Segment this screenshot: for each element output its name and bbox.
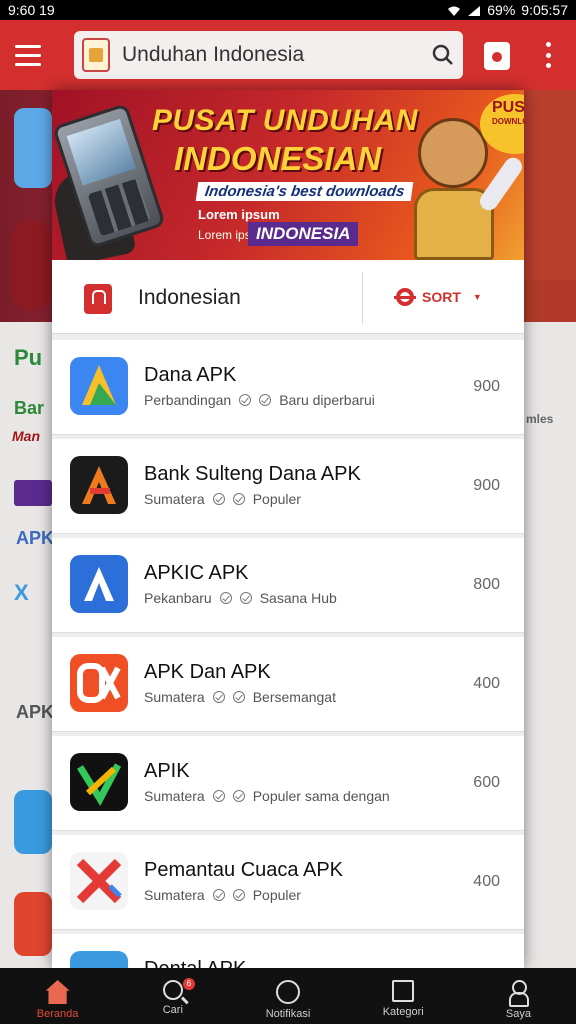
square-icon xyxy=(392,980,415,1002)
signal-icon xyxy=(467,4,481,16)
background-text: Bar xyxy=(14,398,45,418)
background-text: Man xyxy=(12,428,40,444)
background-text: APK xyxy=(16,528,55,548)
background-tile xyxy=(10,220,52,310)
check-icon xyxy=(259,394,272,406)
list-item[interactable]: APK Dan APK Sumatera Bersemangat 400 xyxy=(52,637,524,732)
background-tile xyxy=(14,108,52,188)
background-text: mles xyxy=(526,412,554,426)
promo-tag: INDONESIA xyxy=(248,222,359,246)
list-item[interactable]: APKIC APK Pekanbaru Sasana Hub 800 xyxy=(52,538,524,633)
shopping-bag-icon[interactable] xyxy=(484,42,510,70)
filter-bar: Indonesian SORT ▼ xyxy=(52,260,524,334)
bottom-nav: Beranda 6 Cari Notifikasi Kategori Saya xyxy=(0,968,576,1024)
app-bar: Unduhan Indonesia xyxy=(0,20,576,90)
apps-panel: PUSAT UNDUHAN INDONESIAN Indonesia's bes… xyxy=(52,90,524,968)
status-time: 9:60 19 xyxy=(8,2,55,18)
search-icon: 6 xyxy=(162,978,195,1000)
hamburger-icon[interactable] xyxy=(0,20,56,90)
filter-label[interactable]: Indonesian xyxy=(138,286,241,310)
nav-home[interactable]: Beranda xyxy=(0,968,115,1024)
status-bar: 9:60 19 69% 9:05:57 xyxy=(0,0,576,20)
app-icon xyxy=(70,753,128,811)
background-tile xyxy=(524,280,576,322)
bag-icon xyxy=(84,284,112,314)
more-vert-icon[interactable] xyxy=(538,40,558,70)
app-list: Dana APK Perbandingan Baru diperbarui 900… xyxy=(52,340,524,968)
promo-tagline: Indonesia's best downloads xyxy=(195,182,414,201)
person-icon xyxy=(506,980,530,1007)
list-item[interactable]: Pemantau Cuaca APK Sumatera Populer 400 xyxy=(52,835,524,930)
background-tile xyxy=(14,480,52,506)
background-text: Pu xyxy=(14,345,43,370)
home-icon xyxy=(45,980,70,1004)
chevron-down-icon: ▼ xyxy=(472,292,482,302)
list-item[interactable]: APIK Sumatera Populer sama dengan 600 xyxy=(52,736,524,831)
app-icon xyxy=(70,555,128,613)
list-item[interactable]: Dana APK Perbandingan Baru diperbarui 900 xyxy=(52,340,524,435)
sort-icon xyxy=(394,288,416,306)
promo-banner[interactable]: PUSAT UNDUHAN INDONESIAN Indonesia's bes… xyxy=(52,90,524,260)
notification-badge: 6 xyxy=(182,978,195,990)
app-icon xyxy=(70,654,128,712)
nav-search[interactable]: 6 Cari xyxy=(115,968,230,1024)
promo-title: PUSAT UNDUHAN xyxy=(152,104,418,137)
wifi-icon xyxy=(447,4,461,16)
battery-percent: 69% xyxy=(487,2,516,18)
search-input[interactable]: Unduhan Indonesia xyxy=(122,43,423,67)
app-icon xyxy=(70,951,128,968)
background-tile xyxy=(14,892,52,956)
app-icon xyxy=(70,357,128,415)
check-icon xyxy=(239,394,252,406)
background-text: X xyxy=(14,580,29,605)
search-bar[interactable]: Unduhan Indonesia xyxy=(74,31,463,79)
promo-text: Lorem ipsum xyxy=(198,207,280,222)
app-logo-icon xyxy=(82,38,110,72)
nav-profile[interactable]: Saya xyxy=(461,968,576,1024)
background-text: APK xyxy=(16,702,55,722)
promo-subtitle: INDONESIAN xyxy=(174,140,382,177)
circle-icon xyxy=(276,980,300,1004)
list-item[interactable]: Dental APK xyxy=(52,934,524,968)
status-clock: 9:05:57 xyxy=(521,2,568,18)
search-icon[interactable] xyxy=(423,35,463,75)
app-icon xyxy=(70,456,128,514)
list-item[interactable]: Bank Sulteng Dana APK Sumatera Populer 90… xyxy=(52,439,524,534)
nav-notifications[interactable]: Notifikasi xyxy=(230,968,345,1024)
divider xyxy=(362,272,363,324)
sort-button[interactable]: SORT ▼ xyxy=(394,284,482,310)
app-icon xyxy=(70,852,128,910)
nav-categories[interactable]: Kategori xyxy=(346,968,461,1024)
background-tile xyxy=(14,790,52,854)
